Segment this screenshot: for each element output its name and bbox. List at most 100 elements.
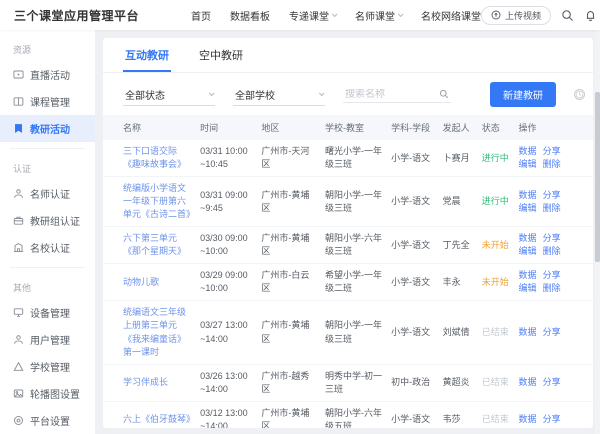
sidebar-item-research[interactable]: 教研活动 xyxy=(0,115,95,142)
sidebar-item-live[interactable]: 直播活动 xyxy=(0,61,95,88)
data-action[interactable]: 数据 xyxy=(519,269,537,282)
scrollbar-thumb[interactable] xyxy=(595,92,600,262)
column-header-4: 学科-学段 xyxy=(387,115,438,140)
row-status-cell: 未开始 xyxy=(478,227,515,264)
nav-item-teacher-class[interactable]: 名师课堂 xyxy=(355,8,402,23)
search-name-input[interactable] xyxy=(345,89,435,100)
row-status-cell: 未开始 xyxy=(478,264,515,301)
sidebar-item-school-cert[interactable]: 名校认证 xyxy=(0,234,95,261)
status-badge: 进行中 xyxy=(482,196,509,206)
sidebar-item-device[interactable]: 设备管理 xyxy=(0,299,95,326)
nav-item-home[interactable]: 首页 xyxy=(191,8,211,23)
edit-action[interactable]: 编辑 xyxy=(519,202,537,215)
row-name-link[interactable]: 统编版小学语文一年级下册第六单元《古诗二首》 xyxy=(103,177,196,227)
nav-item-delivery-class[interactable]: 专递课堂 xyxy=(289,8,336,23)
delete-action[interactable]: 删除 xyxy=(543,158,561,171)
status-filter-select[interactable]: 全部状态 xyxy=(123,84,215,106)
row-time: 03/31 09:00 ~9:45 xyxy=(196,177,257,227)
chevron-down-icon xyxy=(209,90,215,96)
sidebar-item-course[interactable]: 课程管理 xyxy=(0,88,95,115)
search-input-icon[interactable] xyxy=(439,89,449,99)
search-icon[interactable] xyxy=(561,9,574,22)
nav-item-dashboard[interactable]: 数据看板 xyxy=(230,8,270,23)
row-name-link[interactable]: 六下第三单元《那个星期天》 xyxy=(103,227,196,264)
sidebar-item-carousel[interactable]: 轮播图设置 xyxy=(0,380,95,407)
row-name-link[interactable]: 学习伴成长 xyxy=(103,364,196,401)
row-subject-stage: 小学-语文 xyxy=(387,140,438,177)
row-school-classroom: 朝阳小学-一年级三班 xyxy=(321,301,387,364)
row-region: 广州市-黄埔区 xyxy=(257,227,321,264)
table-row: 学习伴成长03/26 13:00 ~14:00广州市-越秀区明秀中学-初一三班初… xyxy=(103,364,593,401)
data-action[interactable]: 数据 xyxy=(519,376,537,389)
share-action[interactable]: 分享 xyxy=(543,232,561,245)
sidebar-section-label: 认证 xyxy=(0,155,95,180)
page-scrollbar[interactable] xyxy=(595,30,600,434)
data-action[interactable]: 数据 xyxy=(519,189,537,202)
row-initiator: 卜赛月 xyxy=(439,140,478,177)
sidebar-item-user[interactable]: 用户管理 xyxy=(0,326,95,353)
row-initiator: 刘斌倩 xyxy=(439,301,478,364)
live-video-icon xyxy=(13,69,24,80)
row-time: 03/26 13:00 ~14:00 xyxy=(196,364,257,401)
row-region: 广州市-黄埔区 xyxy=(257,301,321,364)
chevron-down-icon xyxy=(398,11,404,17)
share-action[interactable]: 分享 xyxy=(543,326,561,339)
delete-action[interactable]: 删除 xyxy=(543,245,561,258)
table-row: 动物儿歌03/29 09:00 ~10:00广州市-白云区希望小学-一年级二班小… xyxy=(103,264,593,301)
sidebar-item-school[interactable]: 学校管理 xyxy=(0,353,95,380)
new-research-button[interactable]: 新建教研 xyxy=(490,82,556,107)
row-time: 03/27 13:00 ~14:00 xyxy=(196,301,257,364)
row-name-link[interactable]: 动物儿歌 xyxy=(103,264,196,301)
school-filter-select[interactable]: 全部学校 xyxy=(233,84,325,106)
row-initiator: 丰永 xyxy=(439,264,478,301)
sidebar-item-teacher-cert[interactable]: 名师认证 xyxy=(0,180,95,207)
share-action[interactable]: 分享 xyxy=(543,145,561,158)
table-row: 统编语文三年级上册第三单元《我来编童话》第一课时03/27 13:00 ~14:… xyxy=(103,301,593,364)
edit-action[interactable]: 编辑 xyxy=(519,282,537,295)
column-header-0: 名称 xyxy=(103,115,196,140)
nav-item-school-network-class[interactable]: 名校网络课堂 xyxy=(421,8,481,23)
data-action[interactable]: 数据 xyxy=(519,326,537,339)
row-school-classroom: 希望小学-一年级二班 xyxy=(321,264,387,301)
edit-action[interactable]: 编辑 xyxy=(519,158,537,171)
row-school-classroom: 曙光小学-一年级三班 xyxy=(321,140,387,177)
sidebar-item-label: 轮播图设置 xyxy=(30,386,80,401)
notification-bell-icon[interactable] xyxy=(584,9,597,22)
share-action[interactable]: 分享 xyxy=(543,189,561,202)
help-clock-icon[interactable] xyxy=(574,89,585,100)
top-header: 三个课堂应用管理平台 首页数据看板专递课堂名师课堂名校网络课堂 上传视频 xyxy=(0,0,600,30)
row-name-link[interactable]: 三下口语交际《趣味故事会》 xyxy=(103,140,196,177)
row-subject-stage: 小学-语文 xyxy=(387,401,438,428)
table-row: 三下口语交际《趣味故事会》03/31 10:00 ~10:45广州市-天河区曙光… xyxy=(103,140,593,177)
tab-air-research[interactable]: 空中教研 xyxy=(197,38,245,72)
sidebar-divider xyxy=(10,148,85,149)
data-action[interactable]: 数据 xyxy=(519,413,537,426)
sidebar-item-label: 名师认证 xyxy=(30,186,70,201)
row-subject-stage: 小学-语文 xyxy=(387,264,438,301)
row-time: 03/29 09:00 ~10:00 xyxy=(196,264,257,301)
delete-action[interactable]: 删除 xyxy=(543,282,561,295)
row-actions-cell: 数据分享编辑删除 xyxy=(515,177,593,227)
row-name-link[interactable]: 统编语文三年级上册第三单元《我来编童话》第一课时 xyxy=(103,301,196,364)
sidebar-item-platform[interactable]: 平台设置 xyxy=(0,407,95,434)
upload-video-button[interactable]: 上传视频 xyxy=(481,6,551,25)
row-region: 广州市-越秀区 xyxy=(257,364,321,401)
main-nav: 首页 数据看板 专递课堂 名师课堂 名校网络课堂 xyxy=(191,8,481,23)
sidebar-item-group-cert[interactable]: 教研组认证 xyxy=(0,207,95,234)
row-actions-cell: 数据分享编辑删除 xyxy=(515,264,593,301)
row-time: 03/31 10:00 ~10:45 xyxy=(196,140,257,177)
tab-interactive-research[interactable]: 互动教研 xyxy=(123,38,171,72)
row-name-link[interactable]: 六上《伯牙鼓琴》 xyxy=(103,401,196,428)
data-action[interactable]: 数据 xyxy=(519,232,537,245)
header-actions: 上传视频 xyxy=(481,6,600,25)
sidebar-section-label: 其他 xyxy=(0,274,95,299)
share-action[interactable]: 分享 xyxy=(543,269,561,282)
sidebar-item-label: 设备管理 xyxy=(30,305,70,320)
share-action[interactable]: 分享 xyxy=(543,413,561,426)
delete-action[interactable]: 删除 xyxy=(543,202,561,215)
share-action[interactable]: 分享 xyxy=(543,376,561,389)
row-school-classroom: 朝阳小学-六年级五班 xyxy=(321,401,387,428)
data-action[interactable]: 数据 xyxy=(519,145,537,158)
nav-item-label: 专递课堂 xyxy=(289,8,329,23)
edit-action[interactable]: 编辑 xyxy=(519,245,537,258)
